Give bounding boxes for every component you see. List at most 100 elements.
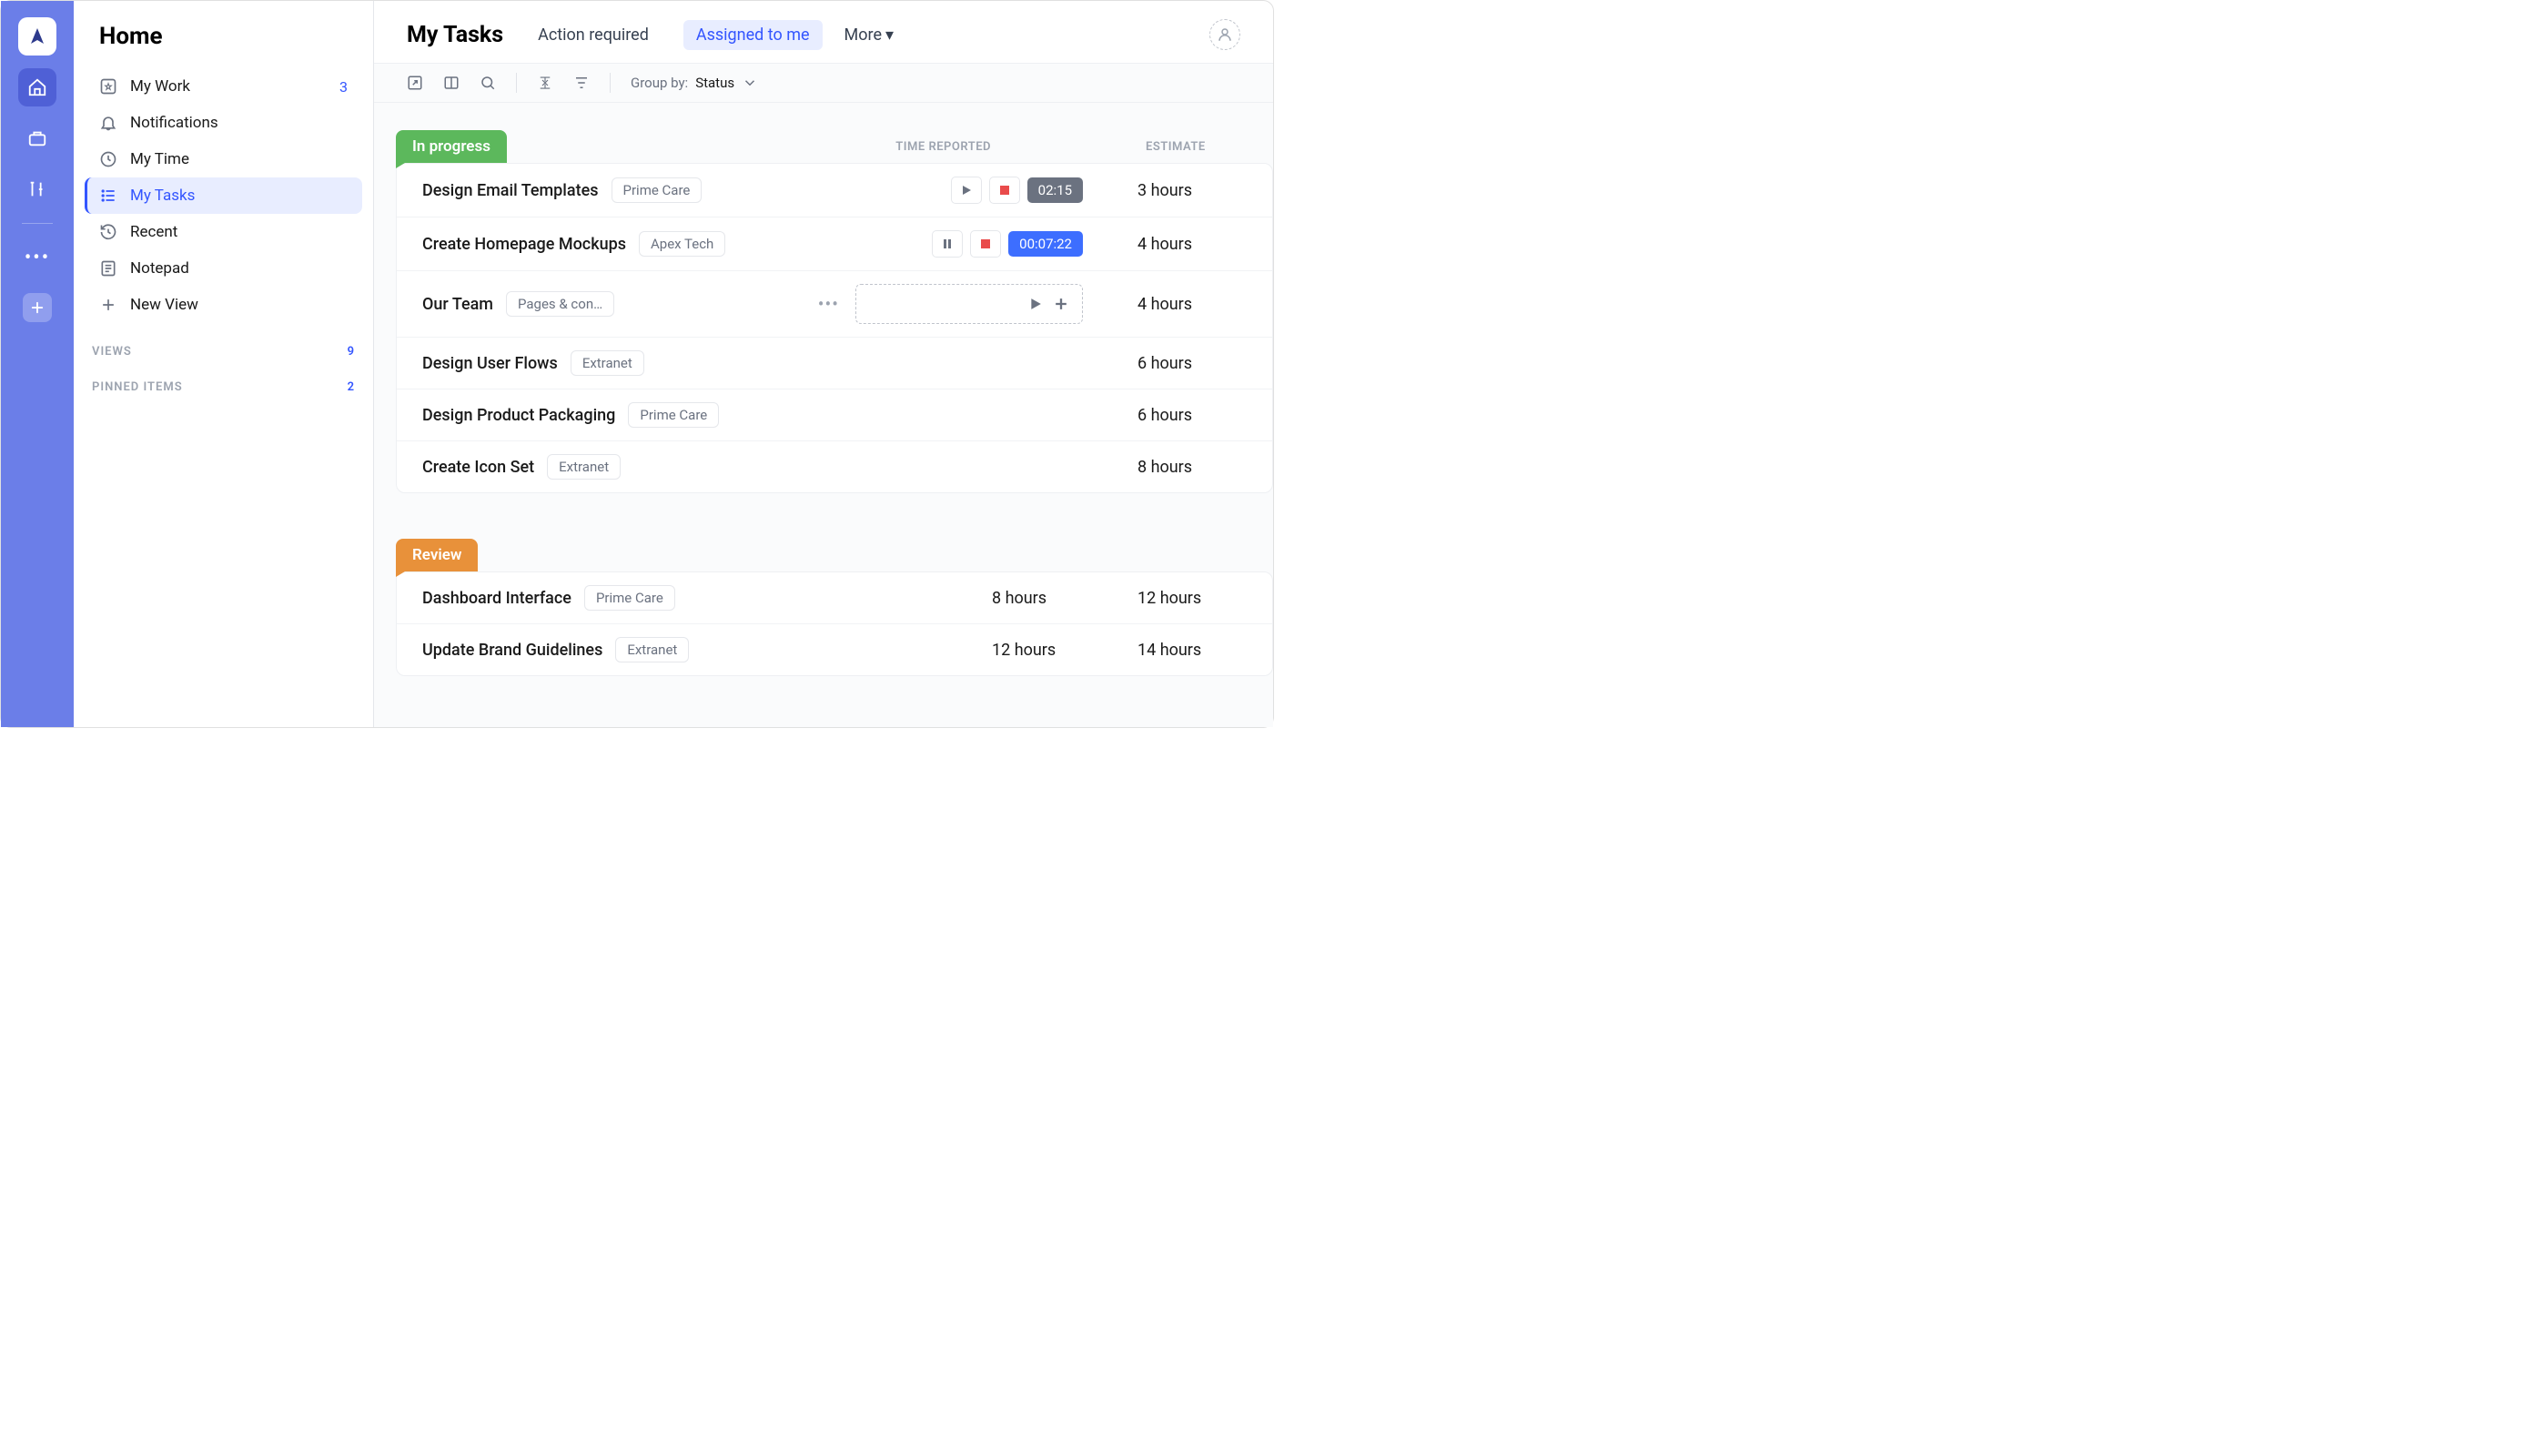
task-row[interactable]: Design Email Templates Prime Care 02:15 … [397,164,1272,217]
time-reported: 8 hours [992,589,1083,608]
sidebar-title: Home [74,1,373,61]
pause-button[interactable] [932,230,963,258]
task-estimate: 8 hours [1138,458,1247,477]
sidebar-item-recent[interactable]: Recent [85,214,362,250]
task-name: Update Brand Guidelines [422,641,602,660]
task-row[interactable]: Our Team Pages & con… ••• 4 hours [397,271,1272,338]
avatar-placeholder[interactable] [1209,19,1240,50]
more-actions-button[interactable]: ••• [818,293,839,315]
task-estimate: 6 hours [1138,354,1247,373]
task-tag[interactable]: Extranet [571,350,644,376]
time-entry-placeholder[interactable] [855,284,1083,324]
collapse-all-icon[interactable] [537,75,553,91]
task-tag[interactable]: Extranet [615,637,689,662]
sidebar-item-label: My Work [130,77,190,96]
expand-icon[interactable] [407,75,423,91]
task-row[interactable]: Design User Flows Extranet 6 hours [397,338,1272,389]
sidebar-item-label: Recent [130,223,177,241]
task-tag[interactable]: Extranet [547,454,621,480]
rail-briefcase-icon[interactable] [18,119,56,157]
nav-rail: ••• [1,1,74,727]
rail-add-button[interactable] [23,293,52,322]
task-estimate: 14 hours [1138,641,1247,660]
task-name: Our Team [422,295,493,314]
plus-icon [99,296,117,314]
group-by-label: Group by: [631,75,688,91]
column-header-time: TIME REPORTED [895,140,1146,154]
task-tag[interactable]: Prime Care [584,585,675,611]
rail-separator [22,223,53,224]
status-pill-review[interactable]: Review [396,539,478,571]
toolbar-separator [610,73,611,93]
search-icon[interactable] [480,75,496,91]
clock-icon [99,150,117,168]
rail-tools-icon[interactable] [18,170,56,208]
play-icon [1029,298,1042,310]
section-count: 9 [348,345,355,359]
status-pill-in-progress[interactable]: In progress [396,130,507,163]
play-button[interactable] [951,177,982,204]
task-row[interactable]: Create Icon Set Extranet 8 hours [397,441,1272,492]
sidebar-item-notepad[interactable]: Notepad [85,250,362,287]
sidebar-section-views[interactable]: VIEWS 9 [74,330,373,366]
toolbar-separator [516,73,517,93]
task-name: Dashboard Interface [422,589,571,608]
task-name: Design User Flows [422,354,558,373]
group-by-control[interactable]: Group by: Status [631,75,758,91]
sidebar-item-label: New View [130,296,198,314]
toolbar: Group by: Status [374,63,1273,103]
task-tag[interactable]: Prime Care [628,402,719,428]
main-header: My Tasks Action required Assigned to me … [374,1,1273,63]
sidebar-item-label: Notifications [130,114,218,132]
app-logo[interactable] [18,17,56,56]
tab-assigned-to-me[interactable]: Assigned to me [683,20,823,50]
task-tag[interactable]: Prime Care [612,177,703,203]
sidebar-item-label: My Time [130,150,189,168]
tab-more[interactable]: More▾ [844,25,895,45]
sidebar-section-pinned[interactable]: PINNED ITEMS 2 [74,366,373,401]
chevron-down-icon [742,75,758,91]
panel-icon[interactable] [443,75,460,91]
tab-action-required[interactable]: Action required [525,20,662,50]
task-row[interactable]: Dashboard Interface Prime Care 8 hours 1… [397,572,1272,624]
notepad-icon [99,259,117,278]
section-label: VIEWS [92,345,132,359]
person-icon [1217,26,1233,43]
sidebar-item-mytasks[interactable]: My Tasks [85,177,362,214]
sidebar-item-label: My Tasks [130,187,195,205]
history-icon [99,223,117,241]
task-group-in-progress: In progress TIME REPORTED ESTIMATE Desig… [374,130,1273,493]
task-estimate: 4 hours [1138,235,1247,254]
section-count: 2 [348,380,355,394]
main-panel: My Tasks Action required Assigned to me … [374,1,1273,727]
caret-down-icon: ▾ [885,25,894,45]
rail-home-icon[interactable] [18,68,56,106]
filter-icon[interactable] [573,75,590,91]
sidebar-item-label: Notepad [130,259,189,278]
sidebar-item-newview[interactable]: New View [85,287,362,323]
task-name: Design Product Packaging [422,406,615,425]
stop-button[interactable] [989,177,1020,204]
stop-button[interactable] [970,230,1001,258]
time-reported: 12 hours [992,641,1083,660]
timer-display: 00:07:22 [1008,231,1083,257]
sidebar-item-mytime[interactable]: My Time [85,141,362,177]
section-label: PINNED ITEMS [92,380,183,394]
task-name: Create Icon Set [422,458,534,477]
rail-more-icon[interactable]: ••• [18,238,56,277]
task-name: Create Homepage Mockups [422,235,626,254]
timer-display: 02:15 [1027,177,1083,203]
bell-icon [99,114,117,132]
task-estimate: 6 hours [1138,406,1247,425]
sidebar-item-mywork[interactable]: My Work 3 [85,68,362,105]
task-tag[interactable]: Apex Tech [639,231,725,257]
task-table: Dashboard Interface Prime Care 8 hours 1… [396,571,1273,676]
sidebar-item-notifications[interactable]: Notifications [85,105,362,141]
task-row[interactable]: Design Product Packaging Prime Care 6 ho… [397,389,1272,441]
task-estimate: 3 hours [1138,181,1247,200]
column-header-estimate: ESTIMATE [1146,140,1273,154]
task-row[interactable]: Create Homepage Mockups Apex Tech 00:07:… [397,217,1272,271]
task-tag[interactable]: Pages & con… [506,291,614,317]
task-row[interactable]: Update Brand Guidelines Extranet 12 hour… [397,624,1272,675]
sidebar-badge: 3 [339,78,348,96]
